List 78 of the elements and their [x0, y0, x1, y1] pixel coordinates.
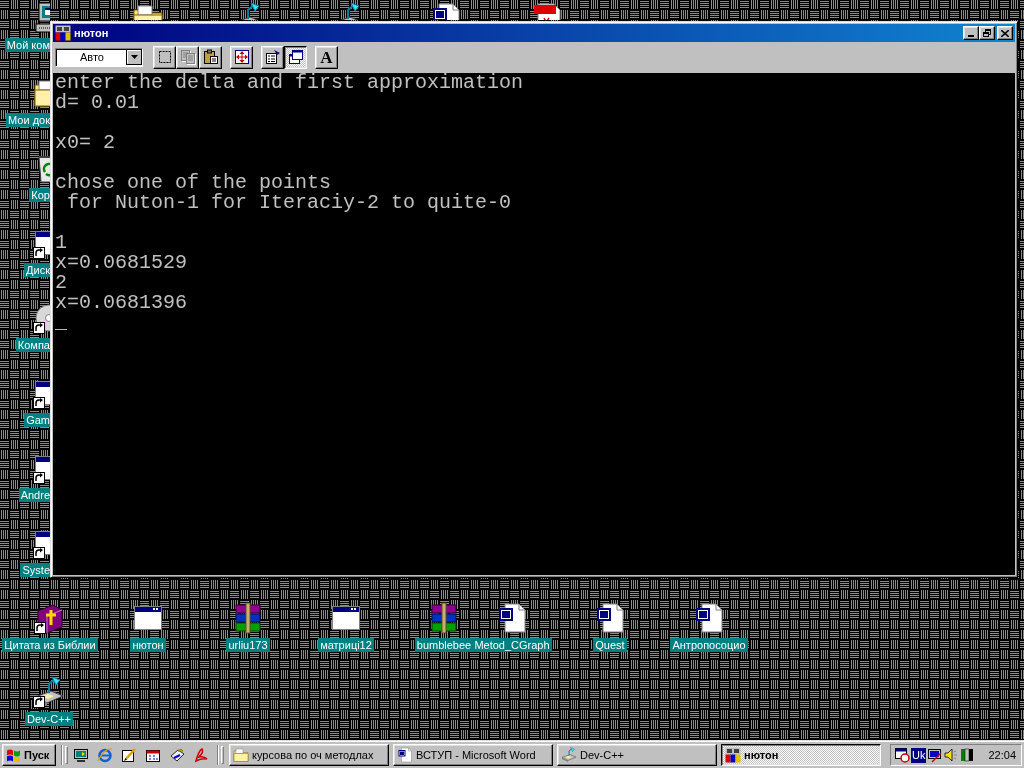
close-button[interactable] [997, 26, 1013, 40]
speaker-icon[interactable] [944, 747, 959, 763]
desktop-icon-label[interactable]: Quest [593, 638, 627, 652]
console-line: 1 [55, 233, 67, 253]
taskbar-button[interactable]: курсова по оч методлах [229, 744, 389, 766]
desktop-icon-label[interactable]: Мой ком [4, 38, 50, 52]
console-line: enter the delta and first approximation [55, 73, 524, 93]
caret-icon[interactable] [126, 49, 142, 65]
book-icon[interactable] [34, 602, 66, 634]
app-icon[interactable] [55, 25, 71, 41]
console-cursor: _ [55, 313, 67, 333]
console-line: d= 0.01 [55, 93, 139, 113]
desktop-icon-label[interactable]: Цитата из Библии [2, 638, 98, 652]
taskbar-button[interactable]: Dev-C++ [557, 744, 717, 766]
desktop-icon-label[interactable]: Диск [24, 263, 50, 277]
desktop-icon-label[interactable]: Кор [29, 188, 50, 202]
clipboard-icon [202, 49, 219, 65]
clock-time: 22:04 [988, 749, 1016, 761]
stripes-icon[interactable] [959, 747, 976, 763]
desktop-icon-label[interactable]: Andre [18, 488, 50, 502]
stacked-books-icon[interactable] [428, 602, 460, 634]
document-icon[interactable] [693, 602, 725, 634]
restore-button[interactable] [979, 26, 995, 40]
pencil-icon[interactable] [121, 747, 137, 763]
window-title: нютон [74, 27, 110, 39]
globe-icon[interactable] [97, 747, 113, 763]
folder-icon [233, 747, 249, 763]
font-button[interactable]: A [315, 45, 338, 69]
desktop-icon-label[interactable]: Metod_CGraph [472, 638, 552, 652]
console-line: x=0.0681396 [55, 293, 188, 313]
desktop-icon-label[interactable]: Dev-C++ [25, 712, 73, 726]
restore-icon [983, 29, 991, 37]
background-button[interactable] [284, 45, 307, 69]
properties-button[interactable] [261, 45, 284, 69]
desktop-icon-label[interactable]: Антропосоцио [670, 638, 748, 652]
mark-button[interactable] [153, 45, 176, 69]
calendar-icon[interactable] [145, 747, 161, 763]
overlapping-windows-icon [287, 49, 304, 65]
desktop-icon-label[interactable]: urliu173 [226, 638, 270, 652]
flag-icon [6, 748, 21, 762]
app-icon [725, 747, 741, 763]
full-screen-button[interactable] [230, 45, 253, 69]
swoosh-icon[interactable] [193, 747, 209, 763]
console-line: for Nuton-1 for Iteraciy-2 to quite-0 [66, 193, 512, 213]
minimize-button[interactable] [963, 26, 979, 40]
stacked-books-icon[interactable] [232, 602, 264, 634]
minimize-icon [968, 35, 974, 37]
dashed-rectangle-icon [156, 49, 173, 65]
desktop-icon-label[interactable]: Компа [15, 338, 50, 352]
taskbar-button[interactable]: ВСТУП - Microsoft Word [393, 744, 553, 766]
pages-icon [179, 49, 196, 65]
desk-lamp-icon [561, 747, 577, 763]
paste-button[interactable] [199, 45, 222, 69]
start-button[interactable]: Пуск [2, 744, 56, 766]
document-icon[interactable] [594, 602, 626, 634]
console-line: x=0.0681529 [55, 253, 188, 273]
card-icon[interactable] [169, 747, 185, 763]
console-line: chose one of the points [55, 173, 332, 193]
desktop-icon-label[interactable]: Gam [24, 413, 50, 427]
document-icon[interactable] [496, 602, 528, 634]
window-ring-icon[interactable] [894, 747, 910, 763]
console-line: 2 [55, 273, 67, 293]
document-icon [397, 747, 413, 763]
desktop-icon-label[interactable]: матриці12 [318, 638, 374, 652]
taskbar-button[interactable]: нютон [721, 744, 881, 766]
desktop-icon-label[interactable]: Мои док [6, 113, 50, 127]
close-icon [1001, 29, 1009, 37]
desktop-icon-label[interactable]: нютон [130, 638, 166, 652]
language-indicator[interactable]: Uk [911, 747, 927, 763]
font-size-dropdown[interactable]: Авто [55, 47, 143, 67]
console-line: x0= 2 [55, 133, 115, 153]
arrows-icon [233, 49, 250, 65]
desk-lamp-icon[interactable] [33, 676, 65, 708]
desktop-icon-label[interactable]: bumblebee [414, 638, 474, 652]
monitor-icon[interactable] [73, 747, 89, 763]
desktop-icon-label[interactable]: Syste [20, 563, 50, 577]
monitor-icon[interactable] [927, 747, 944, 763]
checklist-icon [264, 49, 281, 65]
